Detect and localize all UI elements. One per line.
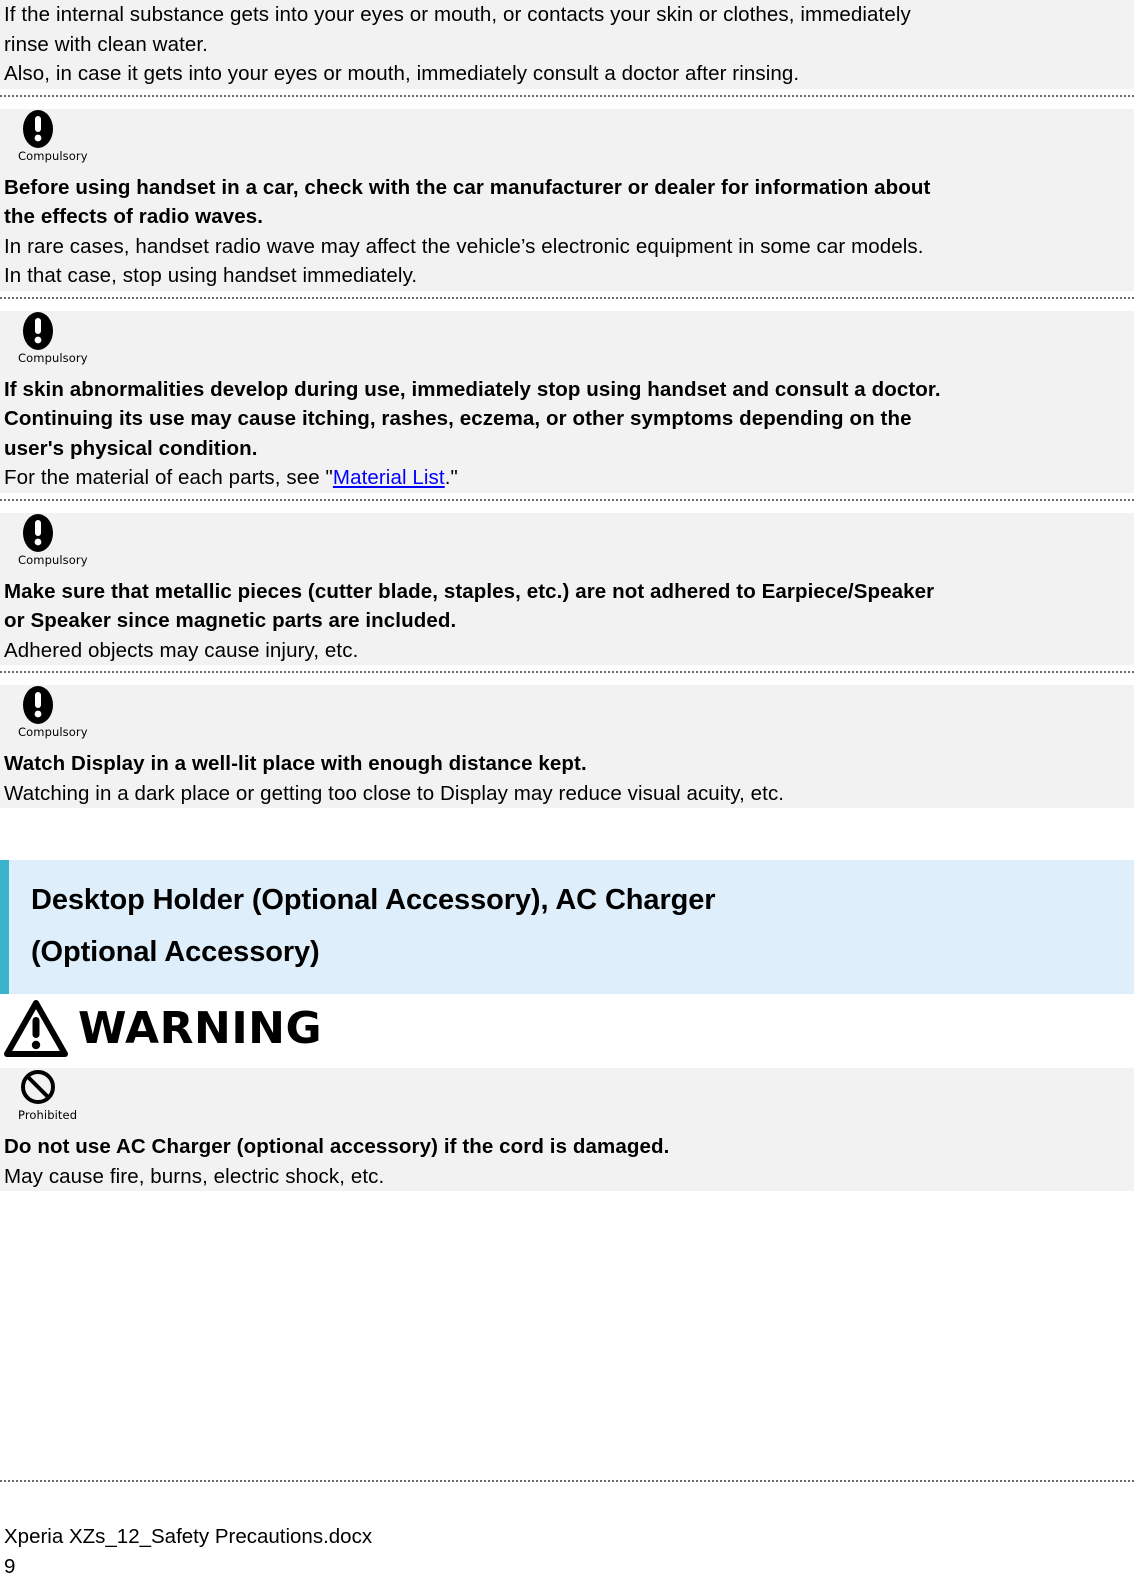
body-line: the effects of radio waves. bbox=[4, 205, 264, 228]
prohibited-label: Prohibited bbox=[18, 1108, 78, 1122]
section-heading-line: (Optional Accessory) bbox=[31, 936, 320, 968]
compulsory-icon: Compulsory bbox=[18, 685, 98, 747]
precaution-block: Compulsory Watch Display in a well-lit p… bbox=[0, 685, 1134, 808]
body-line: Continuing its use may cause itching, ra… bbox=[4, 407, 912, 430]
block-separator bbox=[0, 492, 1134, 507]
footer-page-number: 9 bbox=[4, 1555, 16, 1578]
compulsory-label: Compulsory bbox=[18, 552, 88, 567]
block-separator bbox=[0, 665, 1134, 679]
body-line: May cause fire, burns, electric shock, e… bbox=[4, 1164, 385, 1188]
body-line: If skin abnormalities develop during use… bbox=[4, 377, 941, 401]
document-page: If the internal substance gets into your… bbox=[0, 0, 1134, 1582]
body-line: Make sure that metallic pieces (cutter b… bbox=[4, 579, 935, 603]
line-text-before: For the material of each parts, see " bbox=[4, 466, 333, 489]
precaution-block: Compulsory If skin abnormalities develop… bbox=[0, 310, 1134, 493]
warning-triangle-icon bbox=[4, 1000, 68, 1057]
footer-spacer bbox=[0, 1482, 1134, 1522]
body-line: Do not use AC Charger (optional accessor… bbox=[4, 1135, 670, 1158]
body-line: In rare cases, handset radio wave may af… bbox=[4, 234, 924, 258]
block-separator bbox=[0, 88, 1134, 103]
warning-label: WARNING bbox=[78, 1003, 323, 1054]
body-line: If the internal substance gets into your… bbox=[4, 3, 911, 26]
body-line: user's physical condition. bbox=[4, 436, 258, 460]
footer-file-name: Xperia XZs_12_Safety Precautions.docx bbox=[4, 1525, 373, 1548]
warning-banner: WARNING bbox=[0, 994, 1134, 1062]
body-line: Adhered objects may cause injury, etc. bbox=[4, 638, 359, 662]
precaution-block: If the internal substance gets into your… bbox=[0, 0, 1134, 89]
line-text-after: ." bbox=[444, 466, 458, 489]
precaution-block: Compulsory Before using handset in a car… bbox=[0, 108, 1134, 291]
compulsory-icon: Compulsory bbox=[18, 311, 98, 373]
prohibited-glyph bbox=[21, 1070, 55, 1104]
compulsory-glyph bbox=[23, 311, 53, 350]
compulsory-glyph bbox=[23, 109, 53, 148]
body-line: Also, in case it gets into your eyes or … bbox=[4, 62, 800, 85]
body-line: rinse with clean water. bbox=[4, 32, 208, 56]
section-heading: Desktop Holder (Optional Accessory), AC … bbox=[0, 860, 1134, 994]
body-line: In that case, stop using handset immedia… bbox=[4, 264, 418, 287]
compulsory-label: Compulsory bbox=[18, 725, 88, 739]
prohibited-icon: Prohibited bbox=[18, 1068, 98, 1130]
block-separator bbox=[0, 290, 1134, 305]
compulsory-glyph bbox=[23, 686, 53, 724]
precaution-block: Compulsory Make sure that metallic piece… bbox=[0, 512, 1134, 665]
section-gap bbox=[0, 808, 1134, 860]
compulsory-glyph bbox=[23, 513, 53, 552]
body-line: Watch Display in a well-lit place with e… bbox=[4, 752, 587, 775]
compulsory-label: Compulsory bbox=[18, 148, 88, 163]
body-line-with-link: For the material of each parts, see "Mat… bbox=[4, 463, 1128, 493]
material-list-link[interactable]: Material List bbox=[333, 466, 445, 489]
body-line: or Speaker since magnetic parts are incl… bbox=[4, 609, 457, 632]
compulsory-icon: Compulsory bbox=[18, 513, 98, 575]
body-line: Watching in a dark place or getting too … bbox=[4, 781, 785, 805]
compulsory-icon: Compulsory bbox=[18, 109, 98, 171]
section-heading-line: Desktop Holder (Optional Accessory), AC … bbox=[31, 884, 716, 916]
body-line: Before using handset in a car, check wit… bbox=[4, 175, 931, 199]
compulsory-label: Compulsory bbox=[18, 350, 88, 365]
precaution-block: Prohibited Do not use AC Charger (option… bbox=[0, 1068, 1134, 1191]
page-footer: Xperia XZs_12_Safety Precautions.docx 9 bbox=[0, 1480, 1134, 1582]
